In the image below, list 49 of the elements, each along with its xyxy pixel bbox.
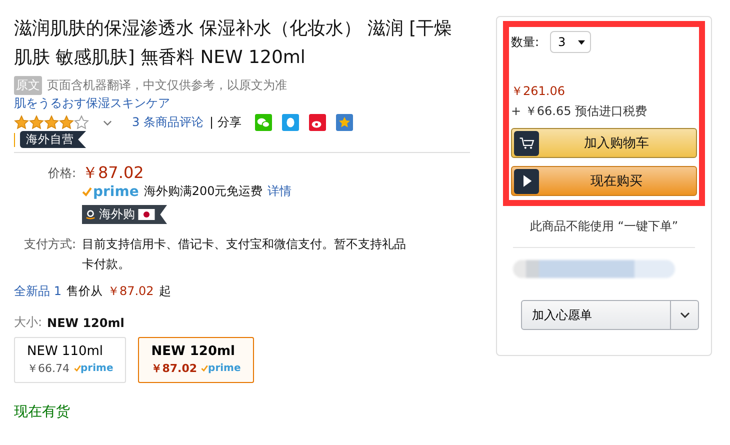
- size-label: 大小:: [14, 314, 42, 331]
- check-icon: [201, 365, 208, 372]
- tax-note: + ￥66.65 预估进口税费: [511, 103, 648, 120]
- smile-logo-icon: [85, 209, 96, 220]
- offers-link[interactable]: 全新品 1: [14, 283, 62, 300]
- store-badge: 海外购: [82, 205, 167, 224]
- availability-text: 现在有货: [14, 403, 71, 421]
- add-to-cart-button[interactable]: 加入购物车: [511, 128, 697, 158]
- product-title: 滋润肌肤的保湿渗透水 保湿补水（化妆水） 滋润 [干燥肌肤 敏感肌肤] 無香料 NEW 120ml: [14, 17, 454, 70]
- original-title-link[interactable]: 肌をうるおす保湿スキンケア: [14, 95, 470, 112]
- add-to-wishlist-button[interactable]: 加入心愿单: [521, 300, 671, 330]
- quantity-label: 数量:: [511, 34, 540, 50]
- buy-now-button[interactable]: 现在购买: [511, 166, 697, 196]
- share-label: | 分享: [209, 114, 242, 131]
- chevron-down-icon: [680, 312, 690, 318]
- flag-icon: [138, 209, 155, 220]
- translation-note: 页面含机器翻译，中文仅供参考，以原文为准: [47, 77, 287, 94]
- quantity-dropdown[interactable]: 3: [550, 31, 591, 53]
- translation-badge: 原文: [14, 76, 42, 95]
- prime-logo: prime: [93, 184, 139, 200]
- price-label: 价格:: [46, 165, 76, 182]
- star-icon: [29, 115, 44, 130]
- payment-text: 目前支持信用卡、借记卡、支付宝和微信支付。暂不支持礼品卡付款。: [82, 236, 407, 273]
- price-value: ￥87.02: [82, 163, 145, 183]
- wishlist-dropdown-button[interactable]: [671, 300, 699, 330]
- offers-suffix: 起: [158, 283, 171, 300]
- seller-badge: 海外自营: [20, 131, 86, 148]
- star-icon: [14, 115, 29, 130]
- shipping-note: 海外购满200元免运费: [144, 183, 263, 200]
- chat-bubbles-icon[interactable]: [255, 114, 272, 131]
- star-icon: [44, 115, 59, 130]
- dropdown-arrow-icon: [578, 40, 585, 44]
- total-price: ￥261.06: [511, 83, 566, 100]
- details-link[interactable]: 详情: [268, 183, 292, 200]
- check-icon: [74, 365, 80, 372]
- eye-logo-icon[interactable]: [309, 114, 326, 131]
- size-value: NEW 120ml: [47, 316, 124, 330]
- cart-icon: [518, 136, 534, 150]
- one-click-note: 此商品不能使用 “一键下单”: [528, 218, 680, 235]
- star-icon: [74, 115, 89, 130]
- chevron-down-icon[interactable]: [103, 120, 112, 126]
- offers-text: 售价从: [66, 283, 102, 300]
- size-option[interactable]: NEW 110ml ￥66.74 prime: [14, 337, 126, 383]
- reviews-link[interactable]: 3 条商品评论: [132, 114, 204, 131]
- payment-label: 支付方式:: [22, 236, 76, 253]
- star-icon: [59, 115, 74, 130]
- offers-price: ￥87.02: [107, 283, 154, 300]
- check-icon: [82, 186, 92, 196]
- size-option[interactable]: NEW 120ml ￥87.02 prime: [138, 337, 254, 383]
